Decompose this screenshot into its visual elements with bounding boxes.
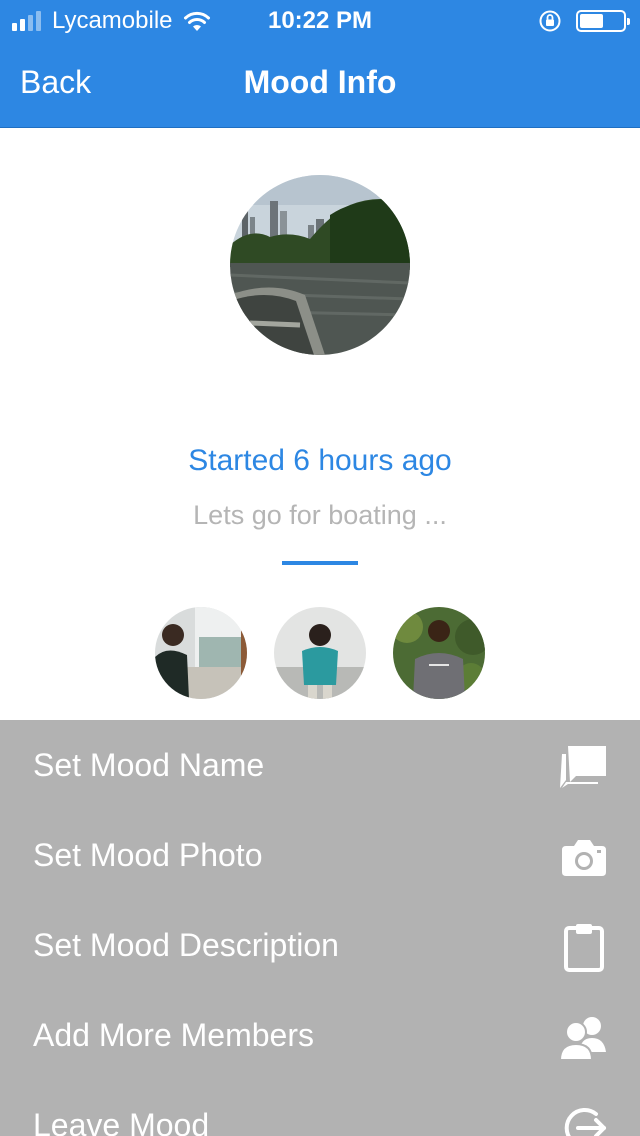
menu-item-label: Add More Members [33, 1017, 314, 1053]
section-divider [282, 561, 358, 565]
menu-item-label: Set Mood Description [33, 927, 339, 963]
menu-item-label: Set Mood Photo [33, 837, 263, 873]
leave-mood-item[interactable]: Leave Mood [0, 1080, 640, 1136]
header: Lycamobile 10:22 PM Back Mood Info [0, 0, 640, 128]
mood-actions-menu: Set Mood Name Set Mood Photo Set Mood De… [0, 720, 640, 1136]
add-more-members-item[interactable]: Add More Members [0, 990, 640, 1080]
member-avatar[interactable] [155, 607, 247, 699]
status-right [538, 9, 630, 33]
camera-icon [562, 840, 606, 876]
chat-bubble-icon [560, 746, 606, 788]
add-members-icon [558, 1017, 606, 1061]
member-avatar[interactable] [393, 607, 485, 699]
leave-icon [564, 1108, 606, 1136]
battery-icon [576, 10, 630, 32]
status-bar: Lycamobile 10:22 PM [0, 0, 640, 40]
mood-started-time: Started 6 hours ago [188, 444, 452, 477]
nav-bar: Back Mood Info [0, 40, 640, 128]
mood-photo[interactable] [230, 175, 410, 355]
menu-item-label: Leave Mood [33, 1107, 210, 1136]
set-mood-photo-item[interactable]: Set Mood Photo [0, 810, 640, 900]
menu-item-label: Set Mood Name [33, 747, 265, 783]
clipboard-icon [564, 924, 604, 972]
page-title: Mood Info [243, 64, 397, 100]
set-mood-name-item[interactable]: Set Mood Name [0, 720, 640, 810]
member-avatar[interactable] [274, 607, 366, 699]
mood-description: Lets go for boating ... [193, 500, 447, 530]
set-mood-description-item[interactable]: Set Mood Description [0, 900, 640, 990]
orientation-lock-icon [539, 10, 561, 32]
